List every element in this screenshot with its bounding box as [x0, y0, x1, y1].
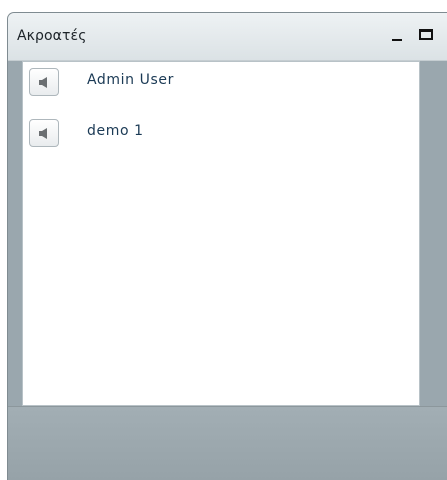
list-item: demo 1: [23, 116, 419, 150]
panel-footer: [8, 406, 447, 480]
maximize-icon[interactable]: [419, 29, 433, 40]
listeners-panel: Ακροατές Admin User demo 1: [7, 12, 447, 480]
minimize-icon[interactable]: [392, 39, 402, 41]
speaker-button[interactable]: [29, 68, 59, 96]
list-item: Admin User: [23, 65, 419, 99]
speaker-button[interactable]: [29, 119, 59, 147]
listeners-list: Admin User demo 1: [22, 61, 420, 406]
speaker-icon: [39, 77, 47, 88]
panel-title: Ακροατές: [17, 28, 87, 44]
listener-name: Admin User: [87, 72, 174, 88]
speaker-icon: [39, 128, 47, 139]
listener-name: demo 1: [87, 123, 144, 139]
panel-titlebar[interactable]: Ακροατές: [8, 13, 447, 61]
